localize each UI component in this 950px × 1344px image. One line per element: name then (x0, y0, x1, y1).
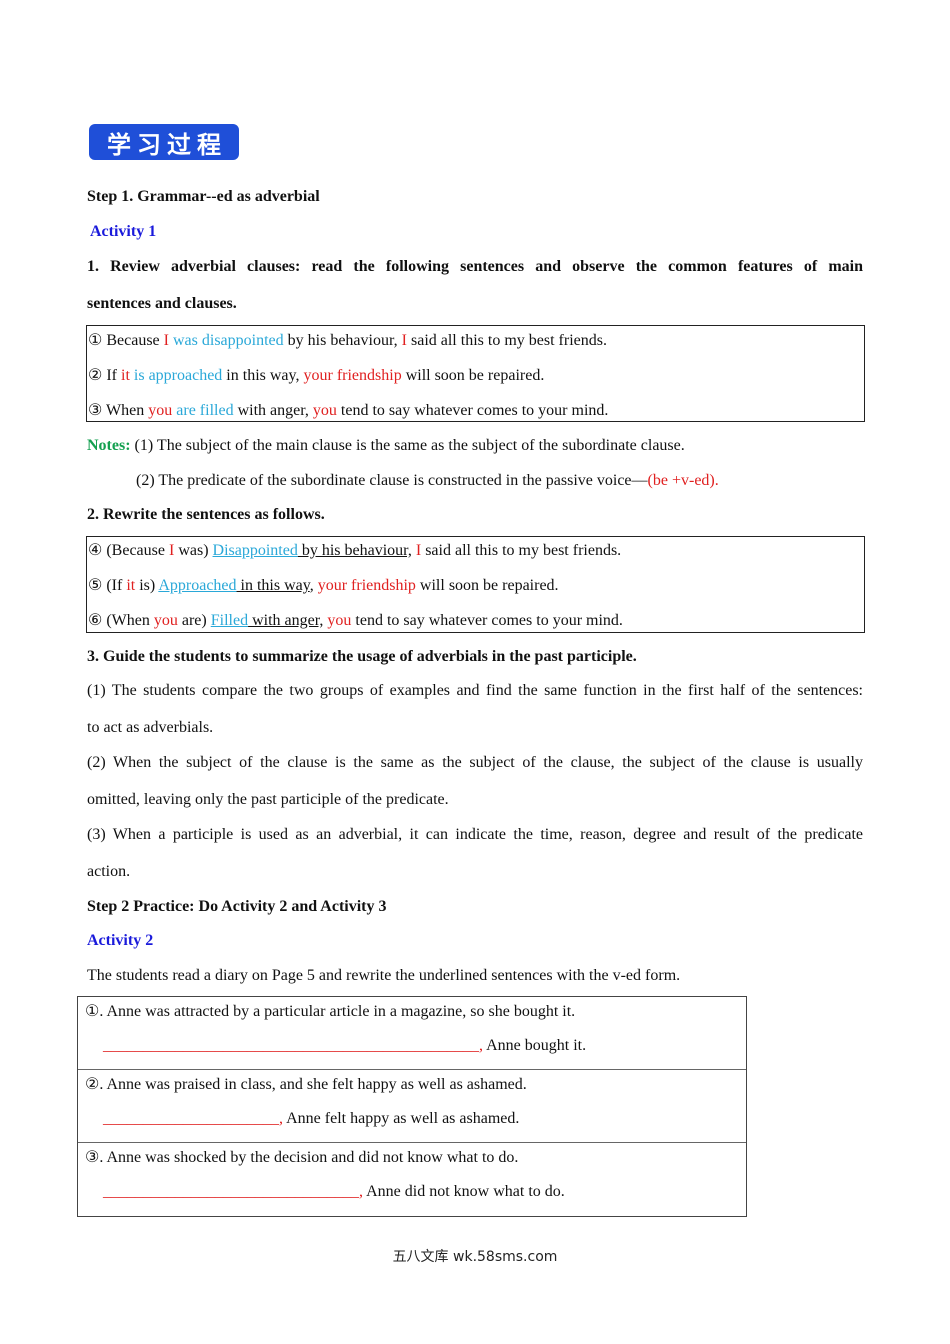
rewritten-sentence-4: ④ (Because I was) Disappointed by his be… (88, 541, 621, 561)
answer-blank[interactable]: ________________________________________… (103, 1037, 483, 1054)
note-2: (2) The predicate of the subordinate cla… (136, 472, 648, 489)
text: will soon be repaired. (401, 367, 545, 384)
answer-blank[interactable]: ________________________________, (103, 1183, 363, 1200)
answer-tail: Anne bought it. (483, 1037, 587, 1054)
step1-heading: Step 1. Grammar--ed as adverbial (87, 188, 320, 205)
text: said all this to my best friends. (406, 332, 607, 349)
review-instruction-line1: 1. Review adverbial clauses: read the fo… (87, 258, 863, 275)
text: When (102, 402, 149, 419)
circled-number: ⑥ (88, 612, 103, 629)
subject: you (153, 612, 178, 629)
document-page: 学习过程 Step 1. Grammar--ed as adverbial Ac… (0, 0, 950, 1344)
text: (If (102, 577, 127, 594)
answer-blank[interactable]: ______________________, (103, 1110, 283, 1127)
exercise-question: ①. Anne was attracted by a particular ar… (85, 1003, 576, 1020)
answer-tail: Anne did not know what to do. (363, 1183, 565, 1200)
main-subject: your friendship (303, 367, 402, 384)
guide-point-3-line2: action. (87, 863, 131, 880)
text: is) (135, 577, 159, 594)
subject: it (126, 577, 136, 594)
text: with anger, (233, 402, 313, 419)
passive-verb: is approached (129, 367, 223, 384)
text: said all this to my best friends. (421, 542, 622, 559)
exercise-answer-line: ______________________, Anne felt happy … (103, 1109, 519, 1129)
example-sentence-2: ② If it is approached in this way, your … (88, 366, 544, 386)
underlined-phrase: by his behaviour, (297, 542, 412, 559)
exercise-item-2: ②. Anne was praised in class, and she fe… (78, 1070, 746, 1143)
rewrite-heading: 2. Rewrite the sentences as follows. (87, 506, 325, 523)
circled-number: ③ (88, 402, 103, 419)
notes-line2: (2) The predicate of the subordinate cla… (136, 471, 719, 491)
text: If (102, 367, 121, 384)
guide-heading: 3. Guide the students to summarize the u… (87, 648, 637, 665)
passive-verb: was disappointed (168, 332, 284, 349)
exercise-item-3: ③. Anne was shocked by the decision and … (78, 1143, 746, 1216)
exercise-question: ②. Anne was praised in class, and she fe… (85, 1076, 527, 1093)
activity1-heading: Activity 1 (90, 223, 157, 240)
circled-number: ② (88, 367, 103, 384)
text: (Because (102, 542, 169, 559)
main-subject: you (312, 402, 337, 419)
rewritten-sentence-6: ⑥ (When you are) Filled with anger, you … (88, 611, 623, 631)
rewritten-sentence-5: ⑤ (If it is) Approached in this way, you… (88, 576, 559, 596)
activity2-heading: Activity 2 (87, 932, 154, 949)
main-subject: your friendship (317, 577, 416, 594)
notes-label: Notes: (87, 437, 131, 454)
guide-point-1-line1: (1) The students compare the two groups … (87, 682, 863, 699)
note-2-formula: (be +v-ed). (647, 472, 719, 489)
exercise-item-1: ①. Anne was attracted by a particular ar… (78, 997, 746, 1070)
text: tend to say whatever comes to your mind. (336, 402, 609, 419)
text: will soon be repaired. (415, 577, 559, 594)
past-participle: Filled (210, 612, 249, 629)
text: tend to say whatever comes to your mind. (351, 612, 623, 629)
text: Because (102, 332, 164, 349)
activity2-instruction: The students read a diary on Page 5 and … (87, 967, 681, 984)
guide-point-3-line1: (3) When a participle is used as an adve… (87, 826, 863, 843)
past-participle: Approached (158, 577, 237, 594)
underlined-phrase: with anger, (248, 612, 324, 629)
notes-line1: Notes: (1) The subject of the main claus… (87, 436, 685, 456)
example-sentences-box: ① Because I was disappointed by his beha… (86, 325, 865, 422)
rewritten-sentences-box: ④ (Because I was) Disappointed by his be… (86, 536, 865, 633)
text: by his behaviour, (283, 332, 402, 349)
text: (When (102, 612, 154, 629)
circled-number: ⑤ (88, 577, 103, 594)
answer-tail: Anne felt happy as well as ashamed. (283, 1110, 520, 1127)
passive-verb: are filled (172, 402, 234, 419)
example-sentence-1: ① Because I was disappointed by his beha… (88, 331, 607, 351)
circled-number: ① (88, 332, 103, 349)
section-banner: 学习过程 (89, 124, 239, 160)
subject: you (148, 402, 173, 419)
text: , (309, 577, 318, 594)
exercise-answer-line: ________________________________, Anne d… (103, 1182, 565, 1202)
exercise-question: ③. Anne was shocked by the decision and … (85, 1149, 519, 1166)
exercise-answer-line: ________________________________________… (103, 1036, 586, 1056)
underlined-phrase: in this way (236, 577, 310, 594)
banner-label: 学习过程 (107, 130, 227, 159)
guide-point-2-line2: omitted, leaving only the past participl… (87, 791, 449, 808)
subject: it (121, 367, 130, 384)
text: are) (177, 612, 211, 629)
circled-number: ④ (88, 542, 103, 559)
note-1: (1) The subject of the main clause is th… (130, 437, 685, 454)
main-subject: you (327, 612, 352, 629)
text: in this way, (222, 367, 304, 384)
review-instruction-line2: sentences and clauses. (87, 295, 237, 312)
step2-heading: Step 2 Practice: Do Activity 2 and Activ… (87, 898, 387, 915)
example-sentence-3: ③ When you are filled with anger, you te… (88, 401, 608, 421)
guide-point-2-line1: (2) When the subject of the clause is th… (87, 754, 863, 771)
text: was) (174, 542, 213, 559)
exercise-table: ①. Anne was attracted by a particular ar… (77, 996, 747, 1217)
past-participle: Disappointed (212, 542, 298, 559)
page-footer: 五八文库 wk.58sms.com (392, 1249, 558, 1265)
guide-point-1-line2: to act as adverbials. (87, 719, 214, 736)
